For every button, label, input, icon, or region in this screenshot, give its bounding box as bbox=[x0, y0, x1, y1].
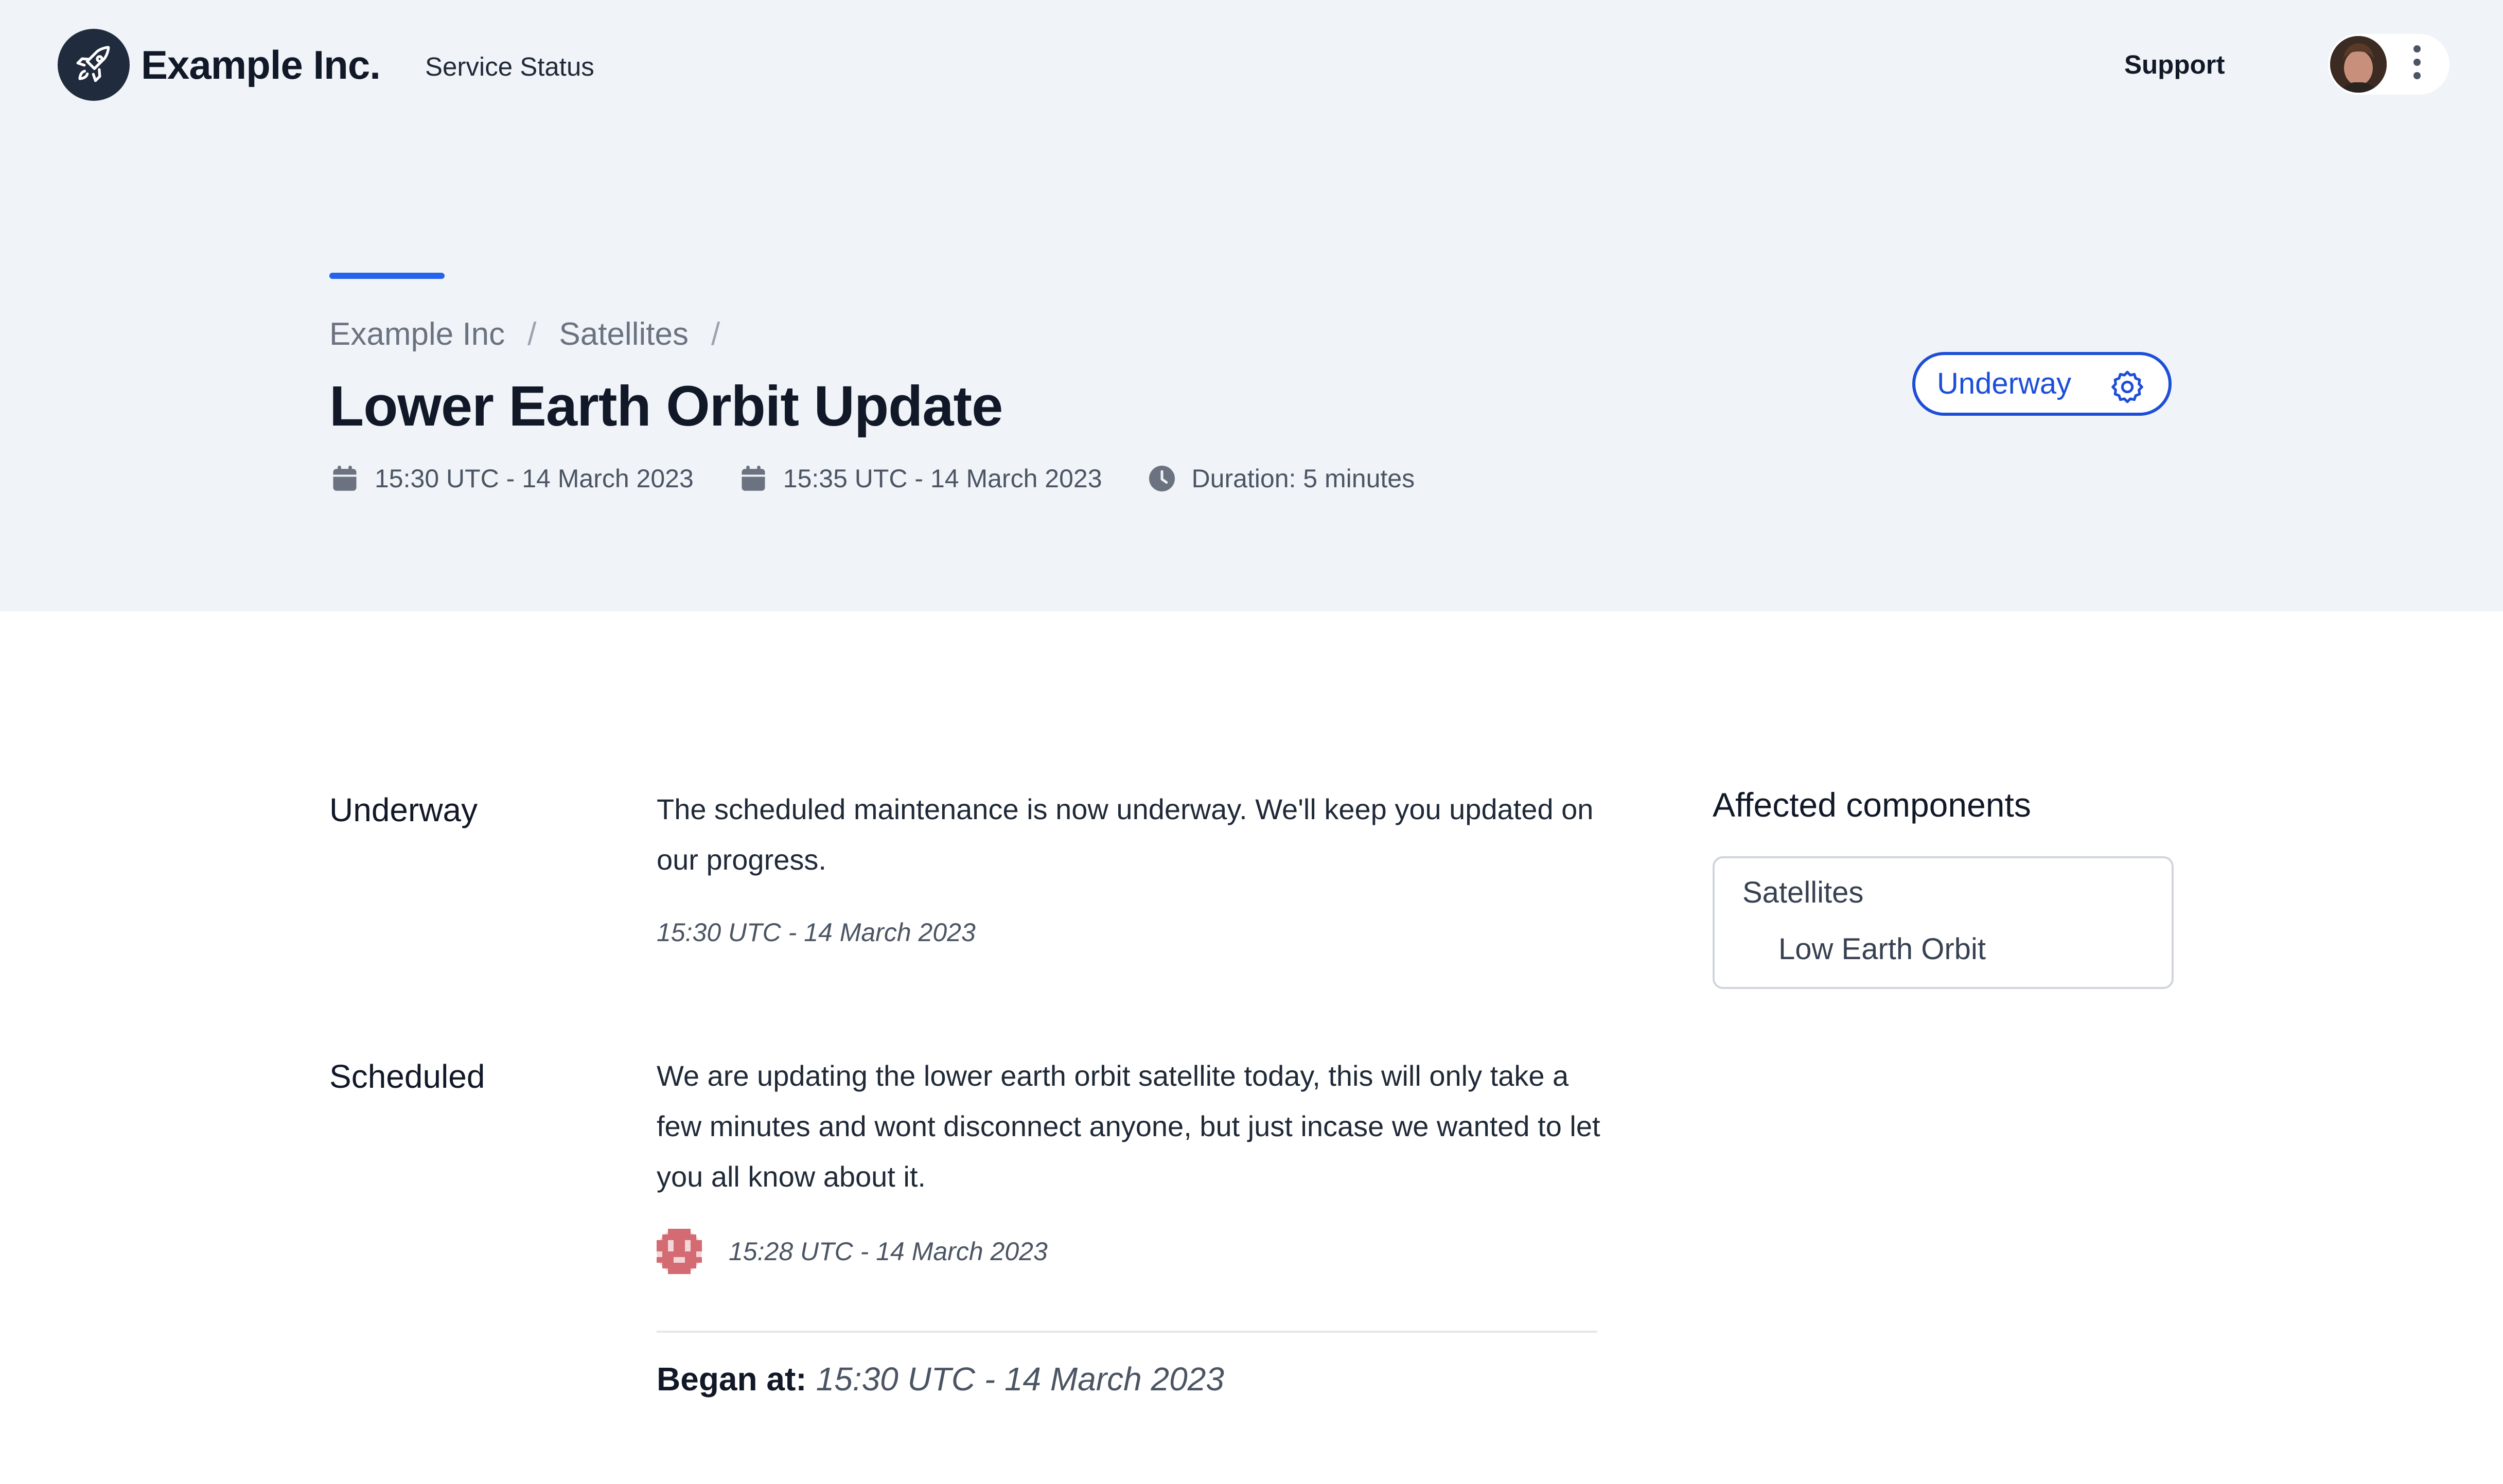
update-text: The scheduled maintenance is now underwa… bbox=[657, 793, 1594, 876]
duration-text: Duration: 5 minutes bbox=[1191, 464, 1415, 493]
duration: Duration: 5 minutes bbox=[1147, 463, 1415, 494]
breadcrumb-separator: / bbox=[527, 316, 537, 352]
component-group-satellites: Satellites bbox=[1742, 876, 1864, 909]
update-timestamp: 15:28 UTC - 14 March 2023 bbox=[729, 1237, 1048, 1266]
user-avatar[interactable] bbox=[2330, 36, 2387, 93]
brand-name[interactable]: Example Inc. bbox=[141, 39, 381, 91]
gear-icon bbox=[2111, 370, 2143, 403]
affected-components-title: Affected components bbox=[1713, 786, 2031, 824]
update-text: We are updating the lower earth orbit sa… bbox=[657, 1059, 1600, 1193]
calendar-icon bbox=[742, 466, 765, 491]
incident-meta: 15:30 UTC - 14 March 2023 15:35 UTC - 14… bbox=[329, 458, 1459, 499]
began-at: Began at: 15:30 UTC - 14 March 2023 bbox=[657, 1358, 1224, 1400]
kebab-menu-icon[interactable] bbox=[2409, 45, 2425, 82]
calendar-icon bbox=[333, 466, 357, 491]
clock-icon bbox=[1149, 466, 1175, 491]
author-avatar bbox=[657, 1229, 702, 1274]
status-button-label: Underway bbox=[1937, 367, 2072, 400]
began-at-label: Began at: bbox=[657, 1361, 807, 1398]
divider bbox=[657, 1331, 1597, 1333]
update-timestamp: 15:30 UTC - 14 March 2023 bbox=[657, 918, 976, 947]
start-time: 15:30 UTC - 14 March 2023 bbox=[329, 463, 694, 494]
update-status-underway: Underway bbox=[329, 791, 478, 828]
start-time-text: 15:30 UTC - 14 March 2023 bbox=[375, 464, 694, 493]
component-low-earth-orbit: Low Earth Orbit bbox=[1778, 932, 1986, 966]
end-time-text: 15:35 UTC - 14 March 2023 bbox=[783, 464, 1102, 493]
breadcrumb-example-inc[interactable]: Example Inc bbox=[329, 316, 505, 352]
update-status-scheduled: Scheduled bbox=[329, 1058, 485, 1095]
breadcrumb-satellites[interactable]: Satellites bbox=[559, 316, 689, 352]
support-link[interactable]: Support bbox=[2124, 49, 2225, 80]
end-time: 15:35 UTC - 14 March 2023 bbox=[738, 463, 1102, 494]
breadcrumb-separator: / bbox=[711, 316, 720, 352]
hero-section bbox=[0, 0, 2503, 611]
status-button[interactable]: Underway bbox=[1912, 352, 2172, 416]
logo[interactable] bbox=[58, 29, 130, 101]
breadcrumb: Example Inc / Satellites / bbox=[329, 314, 743, 355]
nav-link-service-status[interactable]: Service Status bbox=[425, 51, 594, 82]
rocket-icon bbox=[76, 46, 110, 82]
page-title: Lower Earth Orbit Update bbox=[329, 375, 1003, 438]
began-at-value: 15:30 UTC - 14 March 2023 bbox=[816, 1361, 1224, 1398]
accent-bar bbox=[329, 273, 445, 279]
